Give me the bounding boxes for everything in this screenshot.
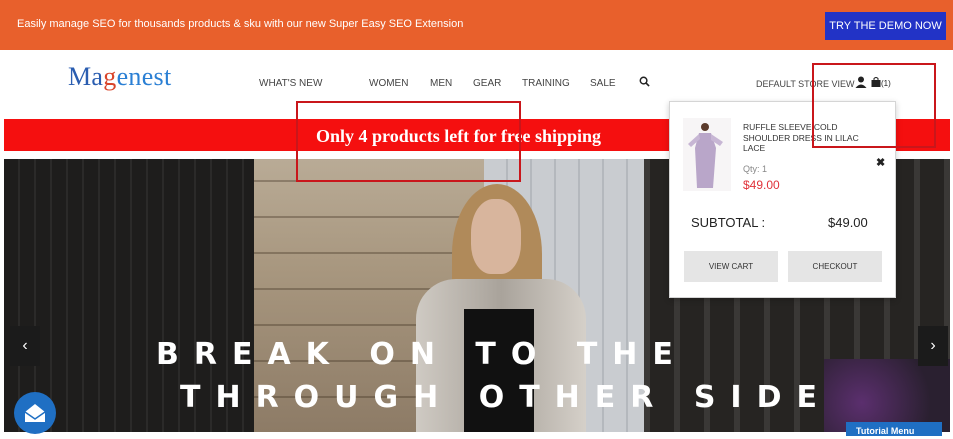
hero-model-face xyxy=(471,199,521,274)
product-price: $49.00 xyxy=(743,178,780,192)
promo-message: Easily manage SEO for thousands products… xyxy=(17,18,464,30)
nav-item-women[interactable]: WOMEN xyxy=(369,78,408,89)
logo-text-1: Ma xyxy=(68,62,104,91)
product-qty: Qty: 1 xyxy=(743,164,768,174)
checkout-button[interactable]: CHECKOUT xyxy=(788,251,882,282)
view-cart-button[interactable]: VIEW CART xyxy=(684,251,778,282)
promo-bar: Easily manage SEO for thousands products… xyxy=(0,0,953,50)
subtotal-value: $49.00 xyxy=(828,215,868,230)
logo-text-3: enest xyxy=(116,62,172,91)
logo-text-2: g xyxy=(103,62,117,91)
hero-headline-line-1: BREAK ON TO THE xyxy=(156,337,688,372)
remove-item-icon[interactable]: ✖ xyxy=(876,156,885,169)
tutorial-menu-button[interactable]: Tutorial Menu xyxy=(846,422,942,436)
highlight-box-shipping-message xyxy=(296,101,521,182)
try-demo-button[interactable]: TRY THE DEMO NOW xyxy=(825,12,946,40)
chat-widget-button[interactable] xyxy=(14,392,56,434)
search-icon[interactable] xyxy=(639,76,650,87)
store-logo[interactable]: Magenest xyxy=(68,62,172,92)
highlight-box-cart xyxy=(812,63,936,148)
hero-headline-line-2: THROUGH OTHER SIDE xyxy=(180,380,832,415)
nav-item-sale[interactable]: SALE xyxy=(590,78,616,89)
subtotal-label: SUBTOTAL : xyxy=(691,215,766,230)
slider-next-button[interactable]: › xyxy=(918,326,948,366)
nav-item-whats-new[interactable]: WHAT'S NEW xyxy=(259,78,322,89)
product-thumbnail[interactable] xyxy=(683,118,731,191)
mail-icon xyxy=(24,404,46,422)
nav-item-men[interactable]: MEN xyxy=(430,78,452,89)
nav-item-gear[interactable]: GEAR xyxy=(473,78,501,89)
slider-prev-button[interactable]: ‹ xyxy=(10,326,40,366)
nav-item-training[interactable]: TRAINING xyxy=(522,78,570,89)
